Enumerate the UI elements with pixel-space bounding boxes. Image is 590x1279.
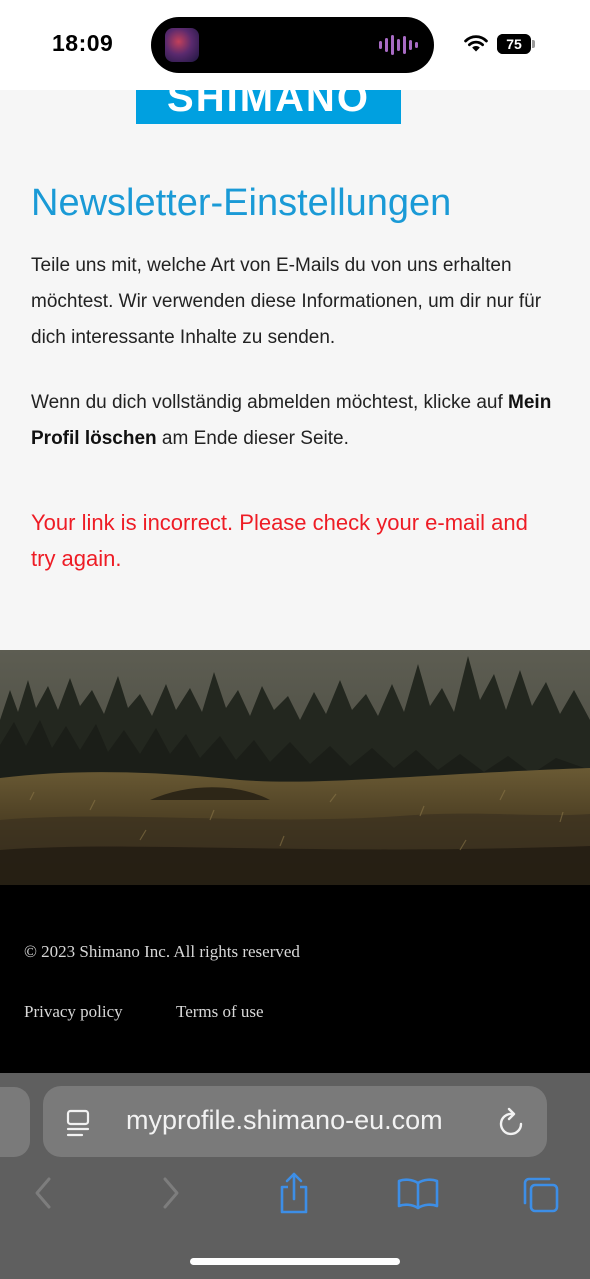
browser-toolbar: myprofile.shimano-eu.com: [0, 1073, 590, 1279]
error-message: Your link is incorrect. Please check you…: [31, 510, 528, 571]
status-bar: 18:09 75: [0, 0, 590, 90]
privacy-policy-link[interactable]: Privacy policy: [24, 1002, 123, 1022]
forward-icon[interactable]: [160, 1175, 182, 1211]
previous-tab-preview[interactable]: [0, 1087, 30, 1157]
audio-waveform-icon: [379, 34, 418, 56]
logo-text: SHIMANO: [167, 90, 370, 120]
page-menu-icon[interactable]: [65, 1108, 93, 1138]
clock: 18:09: [52, 30, 114, 56]
shimano-logo[interactable]: SHIMANO: [136, 90, 401, 124]
home-indicator[interactable]: [190, 1258, 400, 1265]
share-icon[interactable]: [276, 1171, 312, 1215]
bookmarks-icon[interactable]: [396, 1175, 440, 1211]
address-bar[interactable]: myprofile.shimano-eu.com: [43, 1086, 547, 1157]
terms-of-use-link[interactable]: Terms of use: [176, 1002, 264, 1022]
url-text[interactable]: myprofile.shimano-eu.com: [126, 1105, 443, 1136]
copyright-text: © 2023 Shimano Inc. All rights reserved: [24, 942, 300, 961]
unsubscribe-suffix: am Ende dieser Seite.: [161, 428, 349, 449]
wifi-icon: [464, 35, 488, 52]
footer: © 2023 Shimano Inc. All rights reserved …: [0, 885, 590, 1073]
back-icon[interactable]: [32, 1175, 54, 1211]
battery-indicator: 75: [497, 34, 535, 54]
reload-icon[interactable]: [497, 1106, 527, 1138]
forest-landscape-image: [0, 650, 590, 885]
page-title: Newsletter-Einstellungen: [31, 182, 452, 224]
battery-percent: 75: [506, 36, 522, 52]
intro-text: Teile uns mit, welche Art von E-Mails du…: [31, 255, 542, 348]
tabs-icon[interactable]: [521, 1175, 561, 1215]
dynamic-island[interactable]: [151, 17, 434, 73]
now-playing-app-icon: [165, 28, 199, 62]
unsubscribe-prefix: Wenn du dich vollständig abmelden möchte…: [31, 392, 503, 413]
unsubscribe-text: Wenn du dich vollständig abmelden möchte…: [31, 385, 571, 457]
